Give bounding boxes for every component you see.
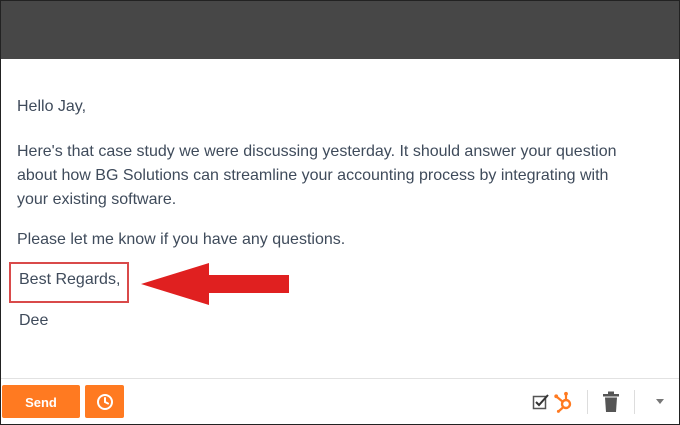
toolbar-divider [587, 390, 588, 414]
toolbar-divider [634, 390, 635, 414]
discard-button[interactable] [600, 390, 622, 414]
email-greeting: Hello Jay, [17, 98, 87, 115]
closing-highlight-box [9, 262, 129, 303]
email-compose-window: Hello Jay, Here's that case study we wer… [0, 0, 680, 425]
task-checkbox-button[interactable] [532, 393, 550, 411]
hubspot-logging-button[interactable] [553, 391, 575, 413]
email-paragraph-1-line-1: Here's that case study we were discussin… [17, 143, 617, 160]
more-options-dropdown[interactable] [653, 394, 667, 408]
compose-toolbar: Send [1, 378, 679, 424]
schedule-send-button[interactable] [85, 385, 124, 418]
email-signature: Dee [19, 312, 49, 329]
email-paragraph-1-line-3: your existing software. [17, 191, 177, 208]
checkbox-checked-icon [532, 394, 549, 410]
send-button[interactable]: Send [2, 385, 80, 418]
trash-icon [603, 391, 619, 412]
annotation-arrow-icon [141, 263, 289, 305]
email-paragraph-2: Please let me know if you have any quest… [17, 231, 346, 248]
clock-icon [96, 393, 113, 410]
hubspot-sprocket-icon [554, 391, 572, 413]
compose-header-bar [1, 1, 679, 59]
chevron-down-icon [656, 399, 664, 404]
email-paragraph-1-line-2: about how BG Solutions can streamline yo… [17, 167, 609, 184]
